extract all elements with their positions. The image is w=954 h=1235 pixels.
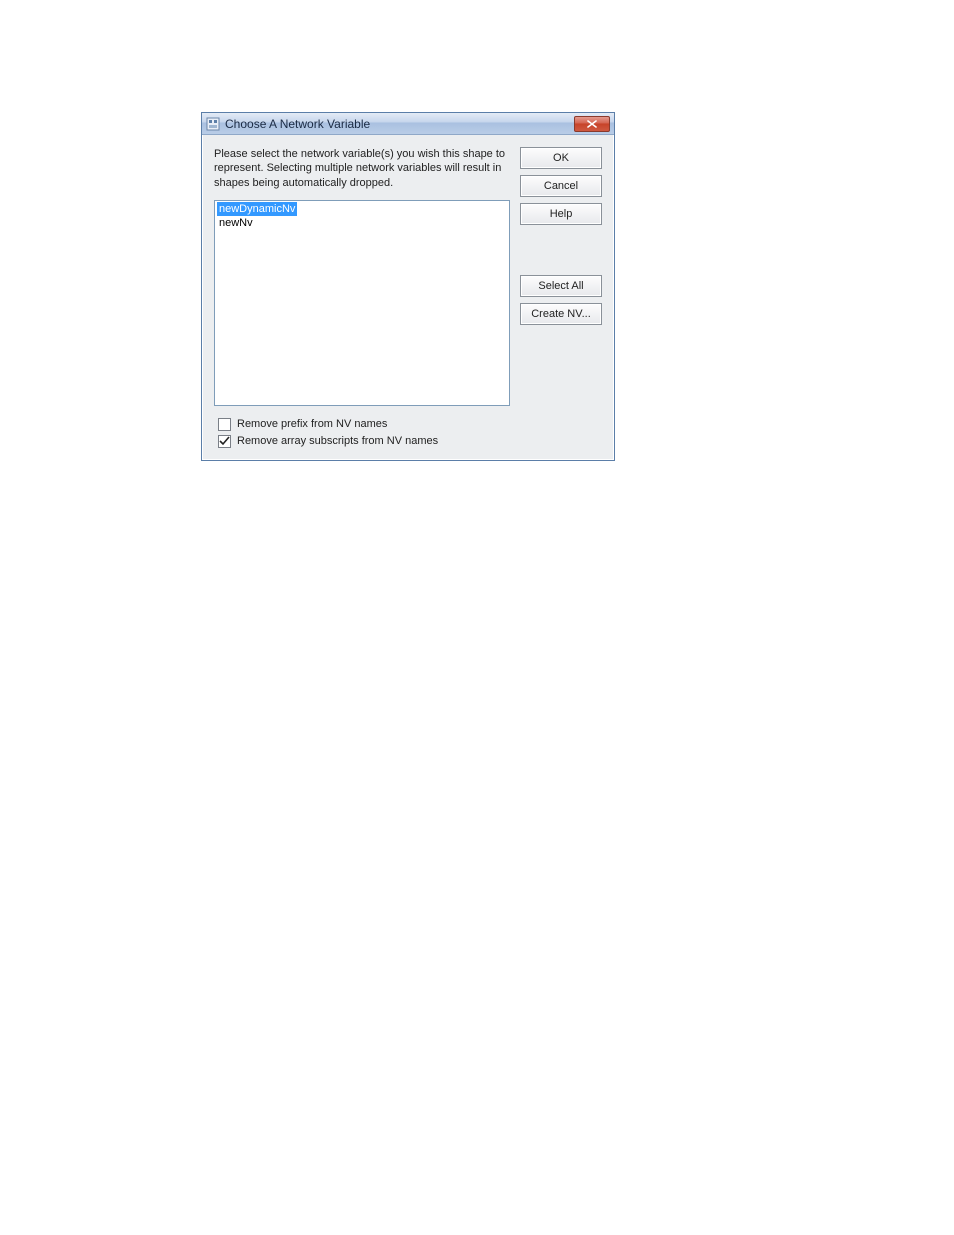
titlebar: Choose A Network Variable — [202, 113, 614, 135]
instruction-text: Please select the network variable(s) yo… — [214, 147, 510, 190]
list-item[interactable]: newNv — [217, 217, 255, 229]
remove-prefix-label: Remove prefix from NV names — [237, 418, 387, 430]
dialog-window: Choose A Network Variable Please select … — [201, 112, 615, 461]
nv-listbox[interactable]: newDynamicNv newNv — [214, 200, 510, 406]
option-remove-prefix: Remove prefix from NV names — [214, 416, 510, 433]
help-button[interactable]: Help — [520, 203, 602, 225]
option-remove-subscripts: Remove array subscripts from NV names — [214, 433, 510, 450]
app-icon — [206, 117, 220, 131]
dialog-title: Choose A Network Variable — [225, 117, 574, 131]
ok-button[interactable]: OK — [520, 147, 602, 169]
options-group: Remove prefix from NV names Remove array… — [214, 416, 510, 450]
cancel-button[interactable]: Cancel — [520, 175, 602, 197]
dialog-body: Please select the network variable(s) yo… — [202, 135, 614, 460]
button-gap — [520, 231, 602, 269]
right-column: OK Cancel Help Select All Create NV... — [520, 147, 602, 450]
create-nv-button[interactable]: Create NV... — [520, 303, 602, 325]
remove-subscripts-checkbox[interactable] — [218, 435, 231, 448]
list-item[interactable]: newDynamicNv — [217, 202, 297, 216]
left-column: Please select the network variable(s) yo… — [214, 147, 510, 450]
remove-subscripts-label: Remove array subscripts from NV names — [237, 435, 438, 447]
remove-prefix-checkbox[interactable] — [218, 418, 231, 431]
close-button[interactable] — [574, 116, 610, 132]
select-all-button[interactable]: Select All — [520, 275, 602, 297]
